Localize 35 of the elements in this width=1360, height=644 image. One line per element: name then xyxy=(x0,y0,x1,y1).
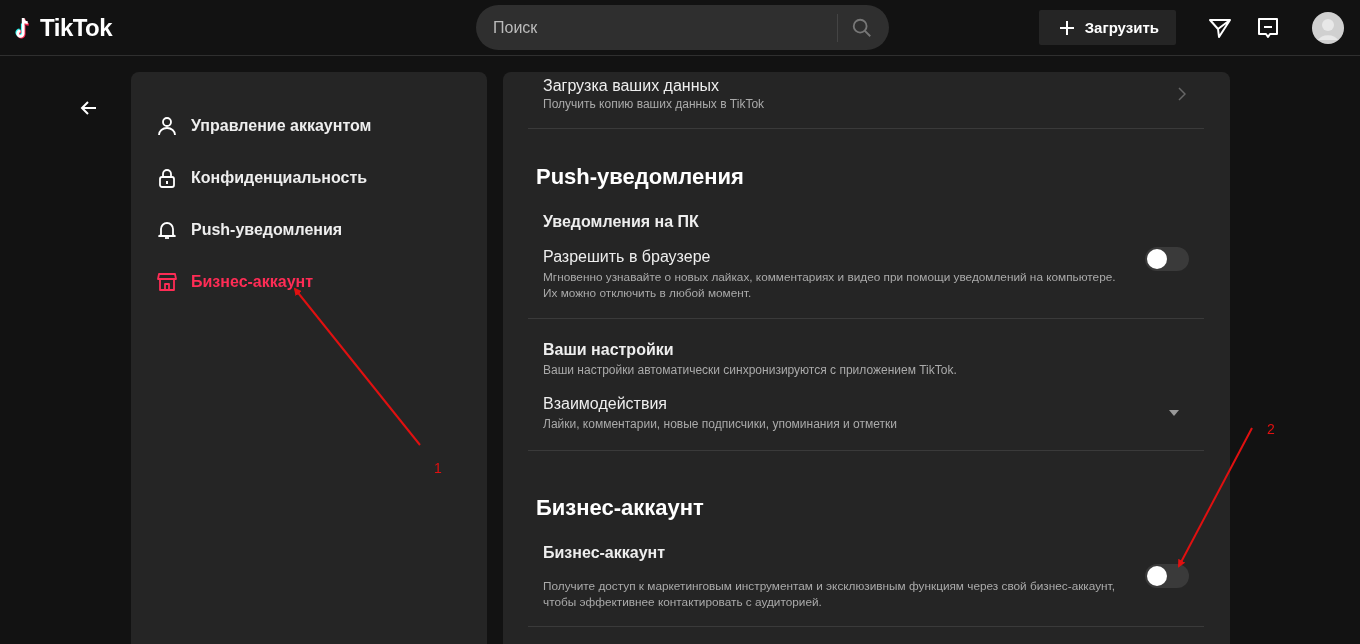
sidebar-item[interactable]: Управление аккаунтом xyxy=(157,100,487,152)
group-subtitle: Ваши настройки автоматически синхронизируются с приложением TikTok. xyxy=(543,362,958,378)
section-heading: Push-уведомления xyxy=(536,163,745,191)
search-field[interactable]: Поиск xyxy=(476,5,889,50)
subsection-heading: Бизнес-аккаунт xyxy=(542,543,667,563)
sidebar-item[interactable]: Конфиденциальность xyxy=(157,152,487,204)
annotation-number: 1 xyxy=(434,460,442,476)
setting-description: Получите доступ к маркетинговым инструментам и эксклюзивным функциям через свой бизнес-аккаунт, чтобы эффективнее контактировать с аудиторией. xyxy=(543,578,1116,610)
storefront-icon xyxy=(157,272,177,292)
group-title: Ваши настройки xyxy=(543,340,675,360)
sidebar-item[interactable]: Push-уведомления xyxy=(157,204,487,256)
sidebar-item[interactable]: Бизнес-аккаунт xyxy=(157,256,487,308)
chevron-right-icon[interactable] xyxy=(1178,87,1186,101)
caret-down-icon[interactable] xyxy=(1169,410,1179,416)
annotation-number: 2 xyxy=(1267,421,1275,437)
setting-subtitle: Лайки, комментарии, новые подписчики, упоминания и отметки xyxy=(543,416,898,432)
message-icon[interactable] xyxy=(1256,15,1280,40)
avatar-icon[interactable] xyxy=(1312,11,1344,44)
setting-title: Разрешить в браузере xyxy=(543,247,712,267)
upload-button[interactable]: Загрузить xyxy=(1038,10,1176,45)
section-heading: Бизнес-аккаунт xyxy=(536,494,705,522)
plus-icon xyxy=(1058,19,1075,36)
logo-wordmark[interactable]: TikTok xyxy=(40,13,113,42)
setting-title[interactable]: Взаимодействия xyxy=(543,394,1149,414)
setting-title[interactable]: Загрузка ваших данных xyxy=(543,76,1158,96)
search-icon[interactable] xyxy=(851,16,873,39)
subsection-heading: Уведомления на ПК xyxy=(542,212,700,232)
toggle-switch[interactable] xyxy=(1145,247,1189,271)
setting-subtitle: Получить копию ваших данных в TikTok xyxy=(543,96,766,112)
toggle-switch[interactable] xyxy=(1145,564,1189,588)
bell-icon xyxy=(157,220,177,240)
lock-icon xyxy=(157,168,177,188)
search-input[interactable]: Поиск xyxy=(491,17,837,38)
setting-description: Мгновенно узнавайте о новых лайках, комментариях и видео при помощи уведомлений на компьютере. Их можно отключить в любой момент. xyxy=(543,269,1117,301)
person-icon xyxy=(157,116,177,136)
